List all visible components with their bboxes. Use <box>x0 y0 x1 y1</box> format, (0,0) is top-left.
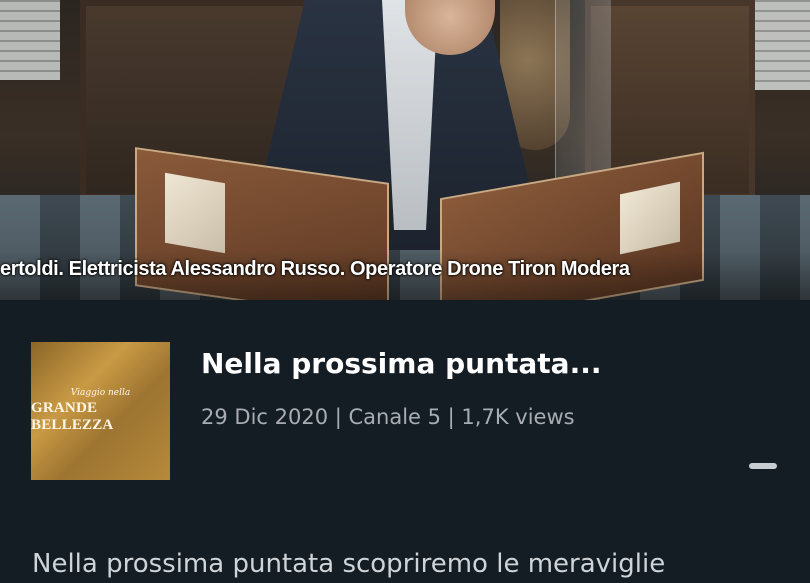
thumbnail-title: GRANDE BELLEZZA <box>31 400 114 433</box>
collapse-handle-icon[interactable] <box>749 463 777 469</box>
episode-description: Nella prossima puntata scopriremo le mer… <box>32 549 666 579</box>
episode-thumbnail[interactable]: Viaggio nella GRANDE BELLEZZA <box>31 342 170 480</box>
video-scene-book-page <box>165 172 225 254</box>
video-player[interactable]: ertoldi. Elettricista Alessandro Russo. … <box>0 0 810 300</box>
video-credits-text: ertoldi. Elettricista Alessandro Russo. … <box>0 258 630 280</box>
video-scene-window <box>0 0 60 80</box>
episode-title: Nella prossima puntata... <box>201 347 602 380</box>
video-scene-book-page <box>620 181 680 255</box>
thumbnail-subtitle: Viaggio nella <box>70 388 131 398</box>
episode-meta: 29 Dic 2020 | Canale 5 | 1,7K views <box>201 405 575 429</box>
video-scene-window <box>755 0 810 90</box>
